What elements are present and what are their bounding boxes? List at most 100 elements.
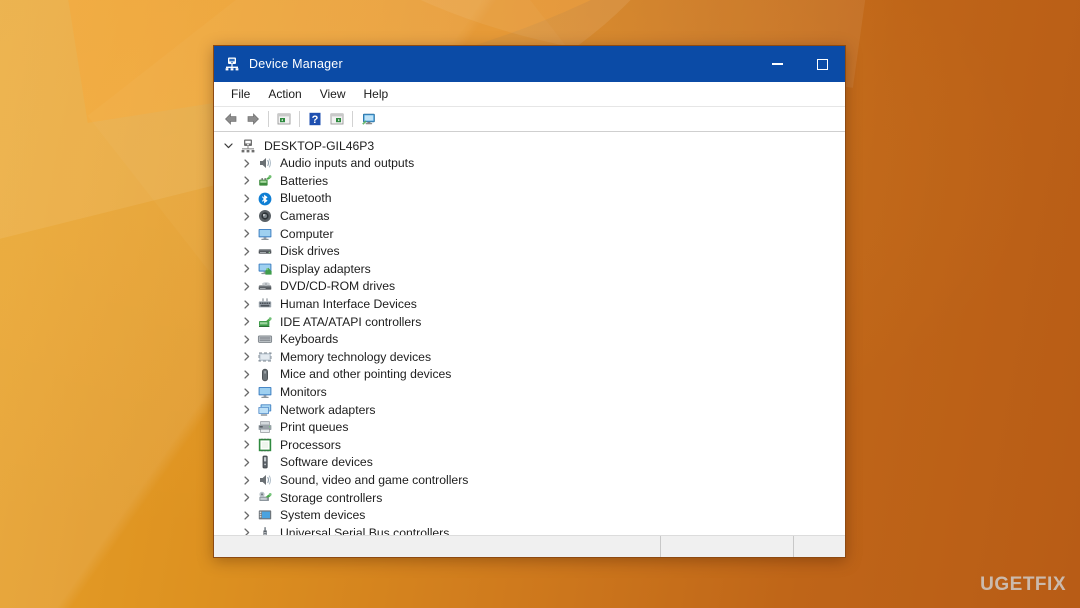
minimize-button[interactable] <box>755 46 800 82</box>
properties-button[interactable] <box>273 109 295 130</box>
tree-item-processors[interactable]: Processors <box>214 436 845 454</box>
tree-item-audio-inputs-and-outputs[interactable]: Audio inputs and outputs <box>214 155 845 173</box>
menu-file[interactable]: File <box>222 84 259 104</box>
chevron-right-icon[interactable] <box>240 210 253 223</box>
tree-item-label: Display adapters <box>280 261 371 276</box>
scan-hardware-button[interactable] <box>357 109 379 130</box>
chevron-right-icon[interactable] <box>240 262 253 275</box>
chevron-right-icon[interactable] <box>240 350 253 363</box>
tree-item-label: Print queues <box>280 420 349 435</box>
chevron-right-icon[interactable] <box>240 526 253 535</box>
tree-item-storage-controllers[interactable]: Storage controllers <box>214 489 845 507</box>
disk-drive-icon <box>257 243 273 259</box>
tree-item-label: Keyboards <box>280 332 339 347</box>
tree-item-label: Batteries <box>280 173 329 188</box>
hid-icon <box>257 296 273 312</box>
update-driver-button[interactable] <box>326 109 348 130</box>
tree-item-label: Cameras <box>280 209 330 224</box>
help-button[interactable]: ? <box>304 109 326 130</box>
chevron-right-icon[interactable] <box>240 298 253 311</box>
chevron-right-icon[interactable] <box>240 368 253 381</box>
menubar: File Action View Help <box>214 82 845 107</box>
tree-item-computer[interactable]: Computer <box>214 225 845 243</box>
tree-item-label: Processors <box>280 437 341 452</box>
tree-root-label: DESKTOP-GIL46P3 <box>264 138 375 153</box>
tree-item-label: Monitors <box>280 385 327 399</box>
tree-item-label: Mice and other pointing devices <box>280 367 452 382</box>
monitor-icon <box>257 226 273 242</box>
tree-item-display-adapters[interactable]: Display adapters <box>214 260 845 278</box>
window-titlebar[interactable]: Device Manager <box>214 46 845 82</box>
chevron-right-icon[interactable] <box>240 421 253 434</box>
forward-button[interactable] <box>242 109 264 130</box>
tree-item-label: System devices <box>280 508 366 523</box>
tree-item-network-adapters[interactable]: Network adapters <box>214 401 845 419</box>
menu-help[interactable]: Help <box>355 84 398 104</box>
chevron-down-icon[interactable] <box>222 139 235 152</box>
tree-item-label: Human Interface Devices <box>280 297 417 312</box>
tree-item-mice-and-other-pointing-devices[interactable]: Mice and other pointing devices <box>214 366 845 384</box>
back-button[interactable] <box>220 109 242 130</box>
tree-item-label: DVD/CD-ROM drives <box>280 279 396 294</box>
tree-item-monitors[interactable]: Monitors <box>214 383 845 401</box>
chevron-right-icon[interactable] <box>240 491 253 504</box>
chevron-right-icon[interactable] <box>240 174 253 187</box>
tree-item-cameras[interactable]: Cameras <box>214 207 845 225</box>
bluetooth-icon <box>257 191 273 207</box>
tree-item-human-interface-devices[interactable]: Human Interface Devices <box>214 295 845 313</box>
mouse-icon <box>257 367 273 383</box>
properties-icon <box>277 113 291 125</box>
chevron-right-icon[interactable] <box>240 509 253 522</box>
toolbar-separator <box>299 111 300 127</box>
device-tree: DESKTOP-GIL46P3 Audio inputs and outputs B… <box>214 137 845 535</box>
toolbar-separator <box>352 111 353 127</box>
window-caption-buttons <box>755 46 845 82</box>
chevron-right-icon[interactable] <box>240 438 253 451</box>
help-icon: ? <box>309 112 321 126</box>
status-pane-3 <box>793 536 845 557</box>
tree-item-sound-video-and-game-controllers[interactable]: Sound, video and game controllers <box>214 471 845 489</box>
minimize-icon <box>772 63 783 65</box>
tree-item-ide-ata-atapi-controllers[interactable]: IDE ATA/ATAPI controllers <box>214 313 845 331</box>
chevron-right-icon[interactable] <box>240 192 253 205</box>
dvd-drive-icon <box>257 279 273 295</box>
chevron-right-icon[interactable] <box>240 245 253 258</box>
status-pane-1 <box>214 536 660 557</box>
tree-root-row[interactable]: DESKTOP-GIL46P3 <box>214 137 845 155</box>
watermark-text: UGETFIX <box>980 574 1066 595</box>
memory-icon <box>257 349 273 365</box>
tree-item-label: Audio inputs and outputs <box>280 156 415 171</box>
tree-item-bluetooth[interactable]: Bluetooth <box>214 190 845 208</box>
menu-action[interactable]: Action <box>259 84 310 104</box>
tree-item-disk-drives[interactable]: Disk drives <box>214 243 845 261</box>
tree-item-print-queues[interactable]: Print queues <box>214 419 845 437</box>
display-adapter-icon <box>257 261 273 277</box>
battery-icon <box>257 173 273 189</box>
tree-item-software-devices[interactable]: Software devices <box>214 454 845 472</box>
tree-item-memory-technology-devices[interactable]: Memory technology devices <box>214 348 845 366</box>
chevron-right-icon[interactable] <box>240 474 253 487</box>
chevron-right-icon[interactable] <box>240 333 253 346</box>
device-tree-panel[interactable]: DESKTOP-GIL46P3 Audio inputs and outputs B… <box>214 132 845 535</box>
tree-item-keyboards[interactable]: Keyboards <box>214 331 845 349</box>
menu-view[interactable]: View <box>311 84 355 104</box>
tree-item-dvd-cd-rom-drives[interactable]: DVD/CD-ROM drives <box>214 278 845 296</box>
tree-item-universal-serial-bus-controllers[interactable]: Universal Serial Bus controllers <box>214 524 845 535</box>
software-device-icon <box>257 454 273 470</box>
chevron-right-icon[interactable] <box>240 157 253 170</box>
tree-item-label: Bluetooth <box>280 191 332 206</box>
chevron-right-icon[interactable] <box>240 227 253 240</box>
usb-icon <box>257 525 273 535</box>
status-pane-2 <box>660 536 793 557</box>
maximize-button[interactable] <box>800 46 845 82</box>
chevron-right-icon[interactable] <box>240 456 253 469</box>
chevron-right-icon[interactable] <box>240 386 253 399</box>
chevron-right-icon[interactable] <box>240 403 253 416</box>
printer-icon <box>257 419 273 435</box>
tree-item-system-devices[interactable]: System devices <box>214 506 845 524</box>
tree-item-batteries[interactable]: Batteries <box>214 172 845 190</box>
chevron-right-icon[interactable] <box>240 280 253 293</box>
chevron-right-icon[interactable] <box>240 315 253 328</box>
forward-icon <box>247 113 259 125</box>
statusbar <box>214 535 845 557</box>
